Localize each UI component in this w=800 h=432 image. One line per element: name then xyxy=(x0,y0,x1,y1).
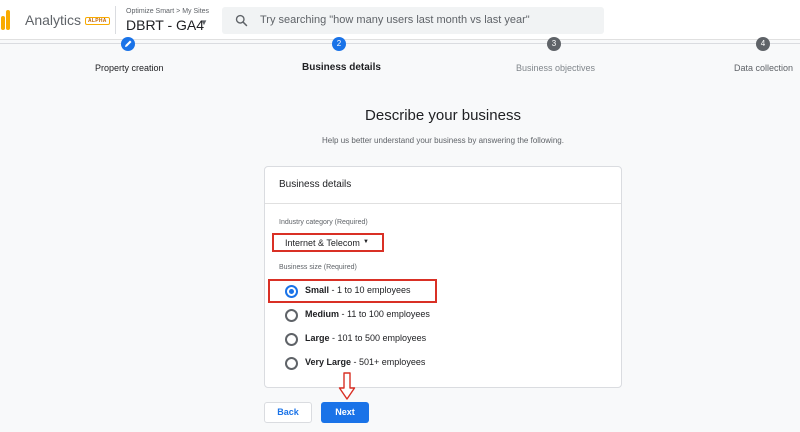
back-button[interactable]: Back xyxy=(264,402,312,423)
card-title: Business details xyxy=(279,179,352,190)
business-size-label: Business size (Required) xyxy=(279,264,357,271)
search-icon xyxy=(235,14,248,27)
card-divider xyxy=(265,203,621,204)
header-divider xyxy=(115,6,116,34)
step-label-data-collection[interactable]: Data collection xyxy=(734,63,793,73)
option-name: Medium xyxy=(305,309,340,319)
analytics-logo[interactable] xyxy=(0,10,10,30)
page-title: Describe your business xyxy=(365,107,521,124)
step-3-circle[interactable]: 3 xyxy=(547,37,561,51)
property-selector[interactable]: DBRT - GA4 xyxy=(126,17,204,33)
caret-down-icon[interactable]: ▼ xyxy=(200,18,208,27)
top-bar: Analytics ALPHA Optimize Smart > My Site… xyxy=(0,0,800,40)
size-option-large[interactable]: Large - 101 to 500 employees xyxy=(285,330,585,350)
size-option-very-large[interactable]: Very Large - 501+ employees xyxy=(285,354,585,374)
option-detail: - 101 to 500 employees xyxy=(329,333,427,343)
option-name: Large xyxy=(305,333,330,343)
option-name: Small xyxy=(305,285,330,295)
search-input[interactable]: Try searching "how many users last month… xyxy=(260,14,530,26)
pencil-icon xyxy=(125,40,132,47)
industry-category-select[interactable]: Internet & Telecom ▼ xyxy=(272,233,384,252)
annotation-arrow-icon xyxy=(338,372,356,400)
step-label-business-details[interactable]: Business details xyxy=(302,62,381,73)
option-detail: - 1 to 10 employees xyxy=(329,285,411,295)
step-4-circle[interactable]: 4 xyxy=(756,37,770,51)
search-bar[interactable]: Try searching "how many users last month… xyxy=(222,7,604,34)
step-label-business-objectives[interactable]: Business objectives xyxy=(516,63,595,73)
next-button[interactable]: Next xyxy=(321,402,369,423)
step-label-property-creation[interactable]: Property creation xyxy=(95,63,164,73)
stepper-track xyxy=(0,43,800,44)
radio-small[interactable] xyxy=(285,285,298,298)
radio-large[interactable] xyxy=(285,333,298,346)
account-breadcrumb[interactable]: Optimize Smart > My Sites xyxy=(126,8,209,15)
option-name: Very Large xyxy=(305,357,352,367)
caret-down-icon: ▼ xyxy=(363,239,369,245)
step-1-check-icon[interactable] xyxy=(121,37,135,51)
size-option-medium[interactable]: Medium - 11 to 100 employees xyxy=(285,306,585,326)
industry-label: Industry category (Required) xyxy=(279,219,368,226)
business-details-card: Business details Industry category (Requ… xyxy=(264,166,622,388)
radio-medium[interactable] xyxy=(285,309,298,322)
industry-value: Internet & Telecom xyxy=(285,238,360,248)
option-detail: - 11 to 100 employees xyxy=(339,309,430,319)
alpha-badge: ALPHA xyxy=(85,17,110,25)
app-name: Analytics xyxy=(25,12,82,28)
step-2-circle[interactable]: 2 xyxy=(332,37,346,51)
size-option-small[interactable]: Small - 1 to 10 employees xyxy=(285,282,585,302)
option-detail: - 501+ employees xyxy=(351,357,426,367)
radio-very-large[interactable] xyxy=(285,357,298,370)
page-subtitle: Help us better understand your business … xyxy=(322,136,564,145)
